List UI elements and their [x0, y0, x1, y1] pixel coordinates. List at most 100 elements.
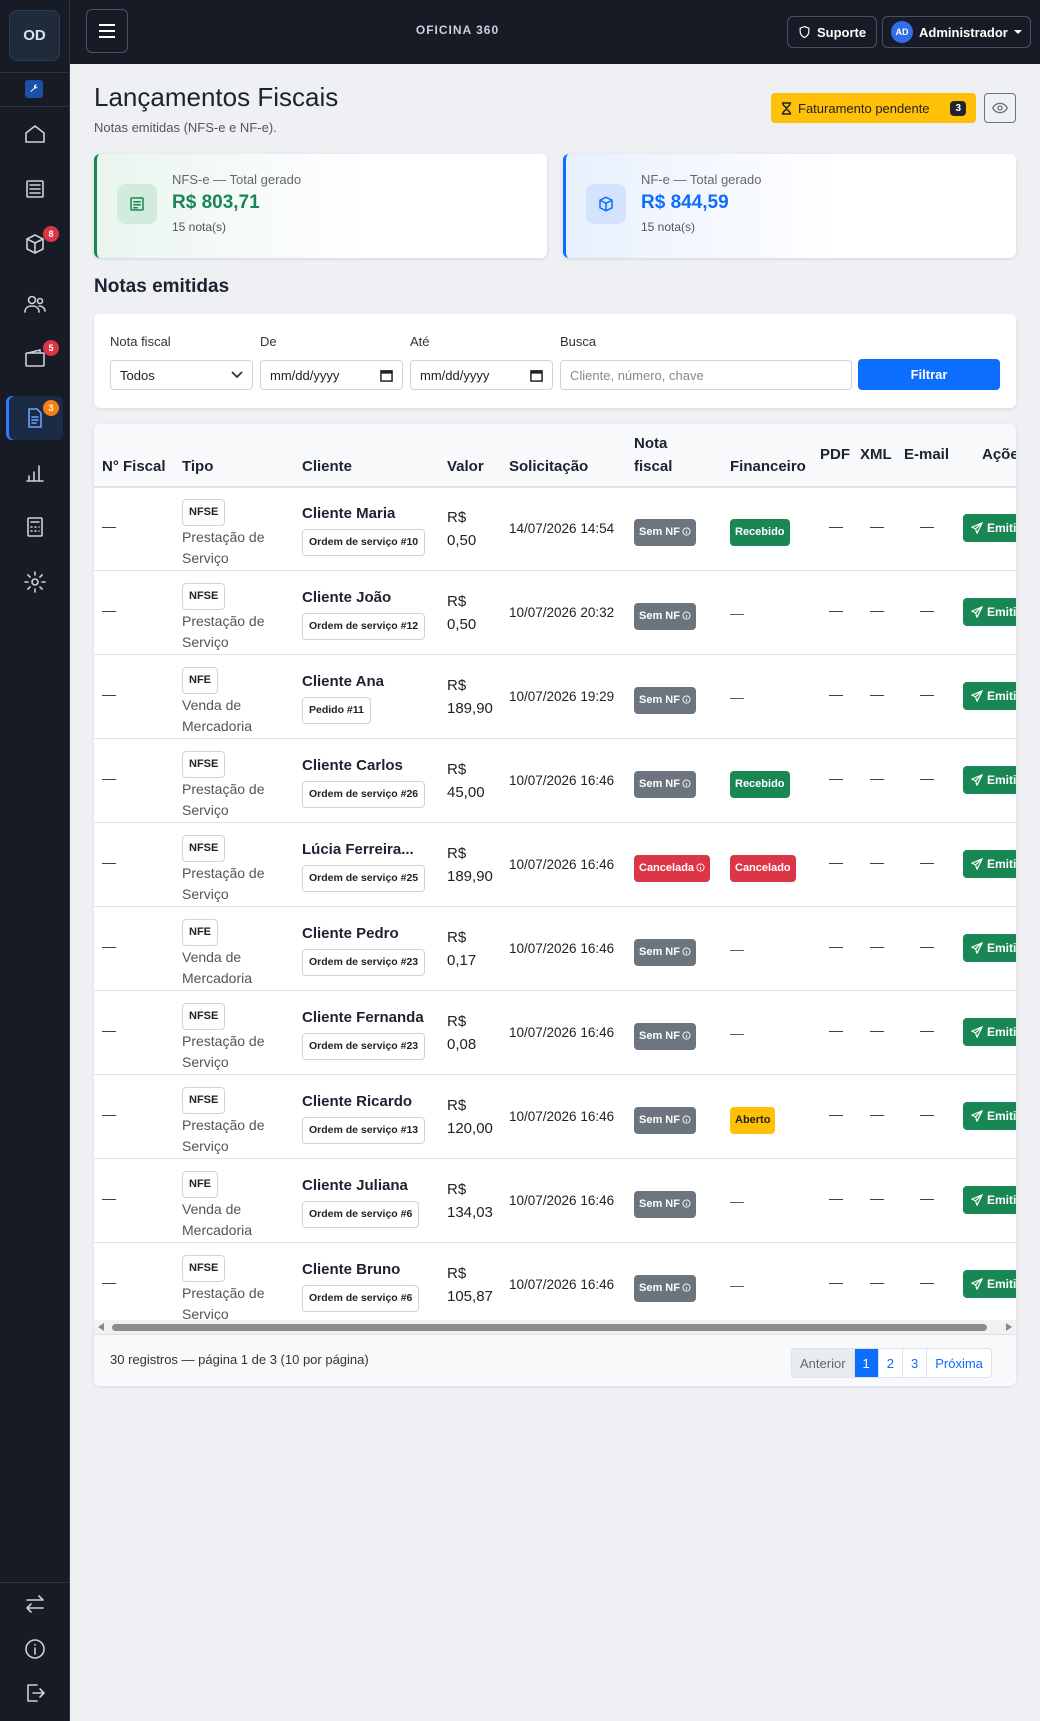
app-name: OFICINA 360 [415, 23, 500, 37]
order-ref-badge[interactable]: Ordem de serviço #6 [302, 1285, 420, 1312]
order-ref-badge[interactable]: Ordem de serviço #23 [302, 1033, 426, 1060]
client-name[interactable]: Cliente Ana [302, 671, 442, 692]
search-input[interactable]: Cliente, número, chave [560, 360, 852, 390]
emit-button[interactable]: Emitir [963, 1018, 1016, 1046]
topbar: OFICINA 360 Suporte AD Administrador [70, 0, 1040, 64]
col-acoes: Açõe [982, 446, 1016, 463]
emit-button[interactable]: Emitir [963, 1270, 1016, 1298]
visibility-toggle-button[interactable] [984, 93, 1016, 123]
emit-button[interactable]: Emitir [963, 766, 1016, 794]
request-date: 10/07/2026 20:32 [509, 605, 615, 620]
nota-cell: Sem NF [634, 1191, 696, 1218]
nav-switch[interactable] [6, 1582, 63, 1626]
app-logo[interactable]: OD [9, 10, 60, 61]
nfe-count: 15 nota(s) [641, 220, 696, 234]
calendar-icon [380, 369, 393, 382]
client-name[interactable]: Cliente Ricardo [302, 1091, 442, 1112]
financeiro-cell: — [730, 687, 744, 708]
send-icon [971, 690, 983, 702]
support-button[interactable]: Suporte [787, 16, 878, 48]
order-ref-badge[interactable]: Ordem de serviço #10 [302, 529, 426, 556]
currency-label: R$ [447, 593, 467, 610]
nav-settings[interactable] [6, 560, 63, 604]
page-2-button[interactable]: 2 [878, 1349, 903, 1377]
client-name[interactable]: Lúcia Ferreira... [302, 839, 442, 860]
client-name[interactable]: Cliente Bruno [302, 1259, 442, 1280]
filters-panel: Nota fiscal Todos De mm/dd/yyyy Até mm/d… [94, 314, 1016, 408]
notes-table: N° Fiscal Tipo Cliente Valor Solicitação… [94, 424, 1016, 1386]
value-amount: 45,00 [447, 784, 485, 801]
next-page-button[interactable]: Próxima [927, 1349, 991, 1377]
order-ref-badge[interactable]: Ordem de serviço #23 [302, 949, 426, 976]
send-icon [971, 858, 983, 870]
order-ref-badge[interactable]: Ordem de serviço #6 [302, 1201, 420, 1228]
financial-status-badge: Aberto [730, 1107, 776, 1134]
home-icon [24, 125, 45, 143]
client-name[interactable]: Cliente João [302, 587, 442, 608]
prev-page-button[interactable]: Anterior [792, 1349, 855, 1377]
emit-button[interactable]: Emitir [963, 1102, 1016, 1130]
email-empty: — [920, 854, 934, 870]
page-1-button[interactable]: 1 [854, 1349, 879, 1377]
invoice-status-label: Sem NF [639, 1114, 680, 1126]
scroll-left-icon[interactable] [98, 1323, 104, 1331]
nav-products[interactable]: 8 [6, 222, 63, 266]
products-badge: 8 [43, 226, 59, 242]
order-ref-badge[interactable]: Ordem de serviço #25 [302, 865, 426, 892]
info-circle-icon [682, 527, 691, 536]
page-subtitle: Notas emitidas (NFS-e e NF-e). [94, 120, 277, 135]
order-ref-badge[interactable]: Ordem de serviço #13 [302, 1117, 426, 1144]
info-circle-icon [682, 779, 691, 788]
emit-button[interactable]: Emitir [963, 1186, 1016, 1214]
order-ref-badge[interactable]: Pedido #11 [302, 697, 371, 724]
pdf-empty: — [829, 518, 843, 534]
order-ref-badge[interactable]: Ordem de serviço #12 [302, 613, 426, 640]
nav-home[interactable] [6, 112, 63, 156]
nav-fiscal[interactable]: 3 [6, 396, 63, 440]
nav-logout[interactable] [6, 1671, 63, 1715]
order-ref-badge[interactable]: Ordem de serviço #26 [302, 781, 426, 808]
emit-button[interactable]: Emitir [963, 850, 1016, 878]
emit-button[interactable]: Emitir [963, 514, 1016, 542]
avatar: AD [891, 21, 913, 43]
xml-empty: — [870, 518, 884, 534]
value-amount: 134,03 [447, 1204, 493, 1221]
list-icon [25, 180, 44, 198]
table-row: — NFSE Prestação de Serviço Cliente Maria Or… [94, 488, 1016, 571]
nav-reports[interactable] [6, 451, 63, 495]
nav-calculator[interactable] [6, 505, 63, 549]
table-row: — NFE Venda de Mercadoria Cliente Ana Pedido… [94, 656, 1016, 739]
user-menu-button[interactable]: AD Administrador [882, 16, 1031, 48]
financial-status-empty: — [730, 605, 744, 621]
emit-label: Emitir [987, 1109, 1016, 1123]
request-date: 10/07/2026 16:46 [509, 1109, 615, 1124]
emit-button[interactable]: Emitir [963, 682, 1016, 710]
date-from-input[interactable]: mm/dd/yyyy [260, 360, 403, 390]
horizontal-scrollbar[interactable] [94, 1320, 1016, 1334]
receipt-icon [117, 184, 157, 224]
emit-button[interactable]: Emitir [963, 598, 1016, 626]
client-name[interactable]: Cliente Juliana [302, 1175, 442, 1196]
client-name[interactable]: Cliente Pedro [302, 923, 442, 944]
tipo-cell: NFSE Prestação de Serviço [182, 499, 292, 569]
page-3-button[interactable]: 3 [903, 1349, 928, 1377]
emit-button[interactable]: Emitir [963, 934, 1016, 962]
nav-customers[interactable] [6, 282, 63, 326]
scrollbar-thumb[interactable] [112, 1324, 987, 1331]
pending-billing-button[interactable]: Faturamento pendente 3 [771, 93, 976, 123]
nav-wallet[interactable]: 5 [6, 336, 63, 380]
client-name[interactable]: Cliente Carlos [302, 755, 442, 776]
filter-button[interactable]: Filtrar [858, 359, 1000, 390]
client-name[interactable]: Cliente Maria [302, 503, 442, 524]
info-circle-icon [696, 863, 705, 872]
nota-select[interactable]: Todos [110, 360, 253, 390]
scroll-right-icon[interactable] [1006, 1323, 1012, 1331]
logout-icon [26, 1684, 45, 1702]
client-name[interactable]: Cliente Fernanda [302, 1007, 442, 1028]
nav-orders[interactable] [6, 167, 63, 211]
date-to-input[interactable]: mm/dd/yyyy [410, 360, 553, 390]
cliente-cell: Lúcia Ferreira... Ordem de serviço #25 [302, 839, 442, 892]
nav-info[interactable] [6, 1627, 63, 1671]
nota-cell: Sem NF [634, 1107, 696, 1134]
nfe-total-label: NF-e — Total gerado [641, 172, 762, 187]
